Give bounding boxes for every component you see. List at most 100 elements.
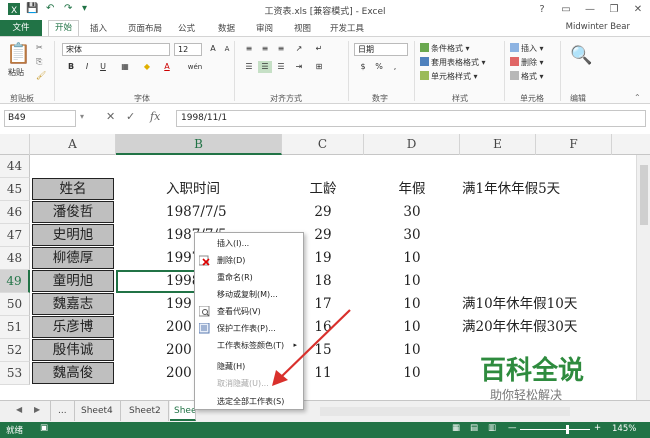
- hire-date-cell[interactable]: 200: [166, 316, 192, 339]
- tab-formulas[interactable]: 公式: [178, 22, 195, 34]
- column-header-e[interactable]: E: [460, 134, 536, 155]
- indent-icon[interactable]: ⇥: [292, 61, 306, 73]
- comma-style-icon[interactable]: ,: [388, 61, 402, 73]
- cut-icon[interactable]: ✂: [36, 43, 43, 52]
- name-cell[interactable]: 姓名: [32, 178, 114, 200]
- horizontal-scrollbar[interactable]: [320, 407, 570, 416]
- name-cell[interactable]: 乐彦博: [32, 316, 114, 338]
- menu-item-select-all-sheets[interactable]: 选定全部工作表(S): [195, 393, 303, 410]
- conditional-formatting-button[interactable]: 条件格式 ▾: [420, 43, 470, 54]
- wrap-text-icon[interactable]: ↵: [312, 43, 326, 55]
- shrink-font-button[interactable]: A: [220, 43, 234, 55]
- vertical-scrollbar-thumb[interactable]: [640, 165, 648, 225]
- cancel-icon[interactable]: ✕: [106, 110, 115, 123]
- orientation-icon[interactable]: ↗: [292, 43, 306, 55]
- row-header[interactable]: 46: [0, 201, 30, 224]
- align-center-icon[interactable]: ☰: [258, 61, 272, 73]
- hire-date-cell[interactable]: 199: [166, 293, 192, 316]
- macro-record-icon[interactable]: ▣: [40, 423, 48, 433]
- leave-rule-cell[interactable]: 满20年休年假30天: [462, 316, 577, 339]
- row-header[interactable]: 53: [0, 362, 30, 385]
- menu-item-insert[interactable]: 插入(I)...: [195, 235, 303, 252]
- hire-date-cell[interactable]: 200: [166, 339, 192, 362]
- vertical-scrollbar[interactable]: [636, 155, 650, 400]
- tab-page-layout[interactable]: 页面布局: [128, 22, 162, 34]
- insert-function-button[interactable]: fx: [150, 110, 160, 123]
- name-box-dropdown-icon[interactable]: ▾: [80, 112, 84, 121]
- phonetic-guide-button[interactable]: wén: [184, 61, 206, 73]
- name-cell[interactable]: 柳德厚: [32, 247, 114, 269]
- annual-leave-cell[interactable]: 10: [364, 293, 460, 316]
- row-header[interactable]: 44: [0, 155, 30, 178]
- merge-center-icon[interactable]: ⊞: [312, 61, 326, 73]
- minimize-button[interactable]: —: [578, 0, 602, 20]
- row-header[interactable]: 51: [0, 316, 30, 339]
- paste-button[interactable]: 粘贴: [8, 67, 24, 78]
- sheet-tab-sheet2[interactable]: Sheet2: [122, 401, 169, 421]
- fill-color-icon[interactable]: ◆: [140, 61, 154, 73]
- border-icon[interactable]: ▦: [118, 61, 132, 73]
- row-header[interactable]: 49: [0, 270, 30, 293]
- hire-date-cell[interactable]: 1987/7/5: [166, 201, 227, 224]
- user-account[interactable]: Midwinter Bear: [566, 22, 630, 32]
- sheet-tab-sheet4[interactable]: Sheet4: [74, 401, 121, 421]
- page-break-view-icon[interactable]: ▥: [488, 423, 496, 433]
- paste-icon[interactable]: 📋: [6, 41, 31, 65]
- seniority-cell[interactable]: 工龄: [282, 178, 364, 201]
- help-button[interactable]: ?: [530, 0, 554, 20]
- tab-data[interactable]: 数据: [218, 22, 235, 34]
- find-select-icon[interactable]: 🔍: [570, 45, 592, 66]
- hire-date-cell[interactable]: 200: [166, 362, 192, 385]
- prev-sheet-icon[interactable]: ◀: [16, 405, 22, 414]
- tab-review[interactable]: 审阅: [256, 22, 273, 34]
- row-header[interactable]: 52: [0, 339, 30, 362]
- grow-font-button[interactable]: A: [206, 43, 220, 55]
- enter-icon[interactable]: ✓: [126, 110, 135, 123]
- restore-button[interactable]: ❐: [602, 0, 626, 20]
- column-header-c[interactable]: C: [282, 134, 364, 155]
- align-right-icon[interactable]: ☰: [274, 61, 288, 73]
- currency-icon[interactable]: $: [356, 61, 370, 73]
- row-header[interactable]: 45: [0, 178, 30, 201]
- close-button[interactable]: ✕: [626, 0, 650, 20]
- name-cell[interactable]: 魏嘉志: [32, 293, 114, 315]
- format-cells-button[interactable]: 格式 ▾: [510, 71, 544, 82]
- ribbon-display-options-button[interactable]: ▭: [554, 0, 578, 20]
- italic-button[interactable]: I: [80, 61, 94, 73]
- sheet-tab-active[interactable]: Shee: [170, 401, 196, 421]
- page-layout-view-icon[interactable]: ▤: [470, 423, 478, 433]
- name-box[interactable]: B49: [4, 110, 76, 127]
- hire-date-cell[interactable]: 入职时间: [166, 178, 220, 201]
- leave-rule-cell[interactable]: 满1年休年假5天: [462, 178, 560, 201]
- formula-input[interactable]: 1998/11/1: [176, 110, 646, 127]
- align-top-icon[interactable]: ≡: [242, 43, 256, 55]
- tab-view[interactable]: 视图: [294, 22, 311, 34]
- cell-styles-button[interactable]: 单元格样式 ▾: [420, 71, 478, 82]
- name-cell[interactable]: 史明旭: [32, 224, 114, 246]
- zoom-out-icon[interactable]: —: [508, 423, 517, 433]
- annual-leave-cell[interactable]: 10: [364, 362, 460, 385]
- format-painter-icon[interactable]: 🖌: [36, 71, 46, 80]
- tab-insert[interactable]: 插入: [90, 22, 107, 34]
- menu-item-delete[interactable]: 删除(D): [195, 252, 303, 269]
- number-format-select[interactable]: 日期: [354, 43, 408, 56]
- name-cell[interactable]: 童明旭: [32, 270, 114, 292]
- bold-button[interactable]: B: [64, 61, 78, 73]
- column-header-f[interactable]: F: [536, 134, 612, 155]
- column-header-b[interactable]: B: [116, 134, 282, 155]
- zoom-slider-handle[interactable]: [566, 425, 569, 434]
- format-as-table-button[interactable]: 套用表格格式 ▾: [420, 57, 486, 68]
- next-sheet-icon[interactable]: ▶: [34, 405, 40, 414]
- font-size-select[interactable]: 12: [174, 43, 202, 56]
- column-header-a[interactable]: A: [30, 134, 116, 155]
- row-header[interactable]: 47: [0, 224, 30, 247]
- font-name-select[interactable]: 宋体: [62, 43, 170, 56]
- seniority-cell[interactable]: 29: [282, 201, 364, 224]
- align-middle-icon[interactable]: ≡: [258, 43, 272, 55]
- column-header-d[interactable]: D: [364, 134, 460, 155]
- insert-cells-button[interactable]: 插入 ▾: [510, 43, 544, 54]
- tab-home[interactable]: 开始: [48, 20, 80, 36]
- select-all-corner[interactable]: [0, 134, 30, 155]
- name-cell[interactable]: 魏高俊: [32, 362, 114, 384]
- tab-developer[interactable]: 开发工具: [330, 22, 364, 34]
